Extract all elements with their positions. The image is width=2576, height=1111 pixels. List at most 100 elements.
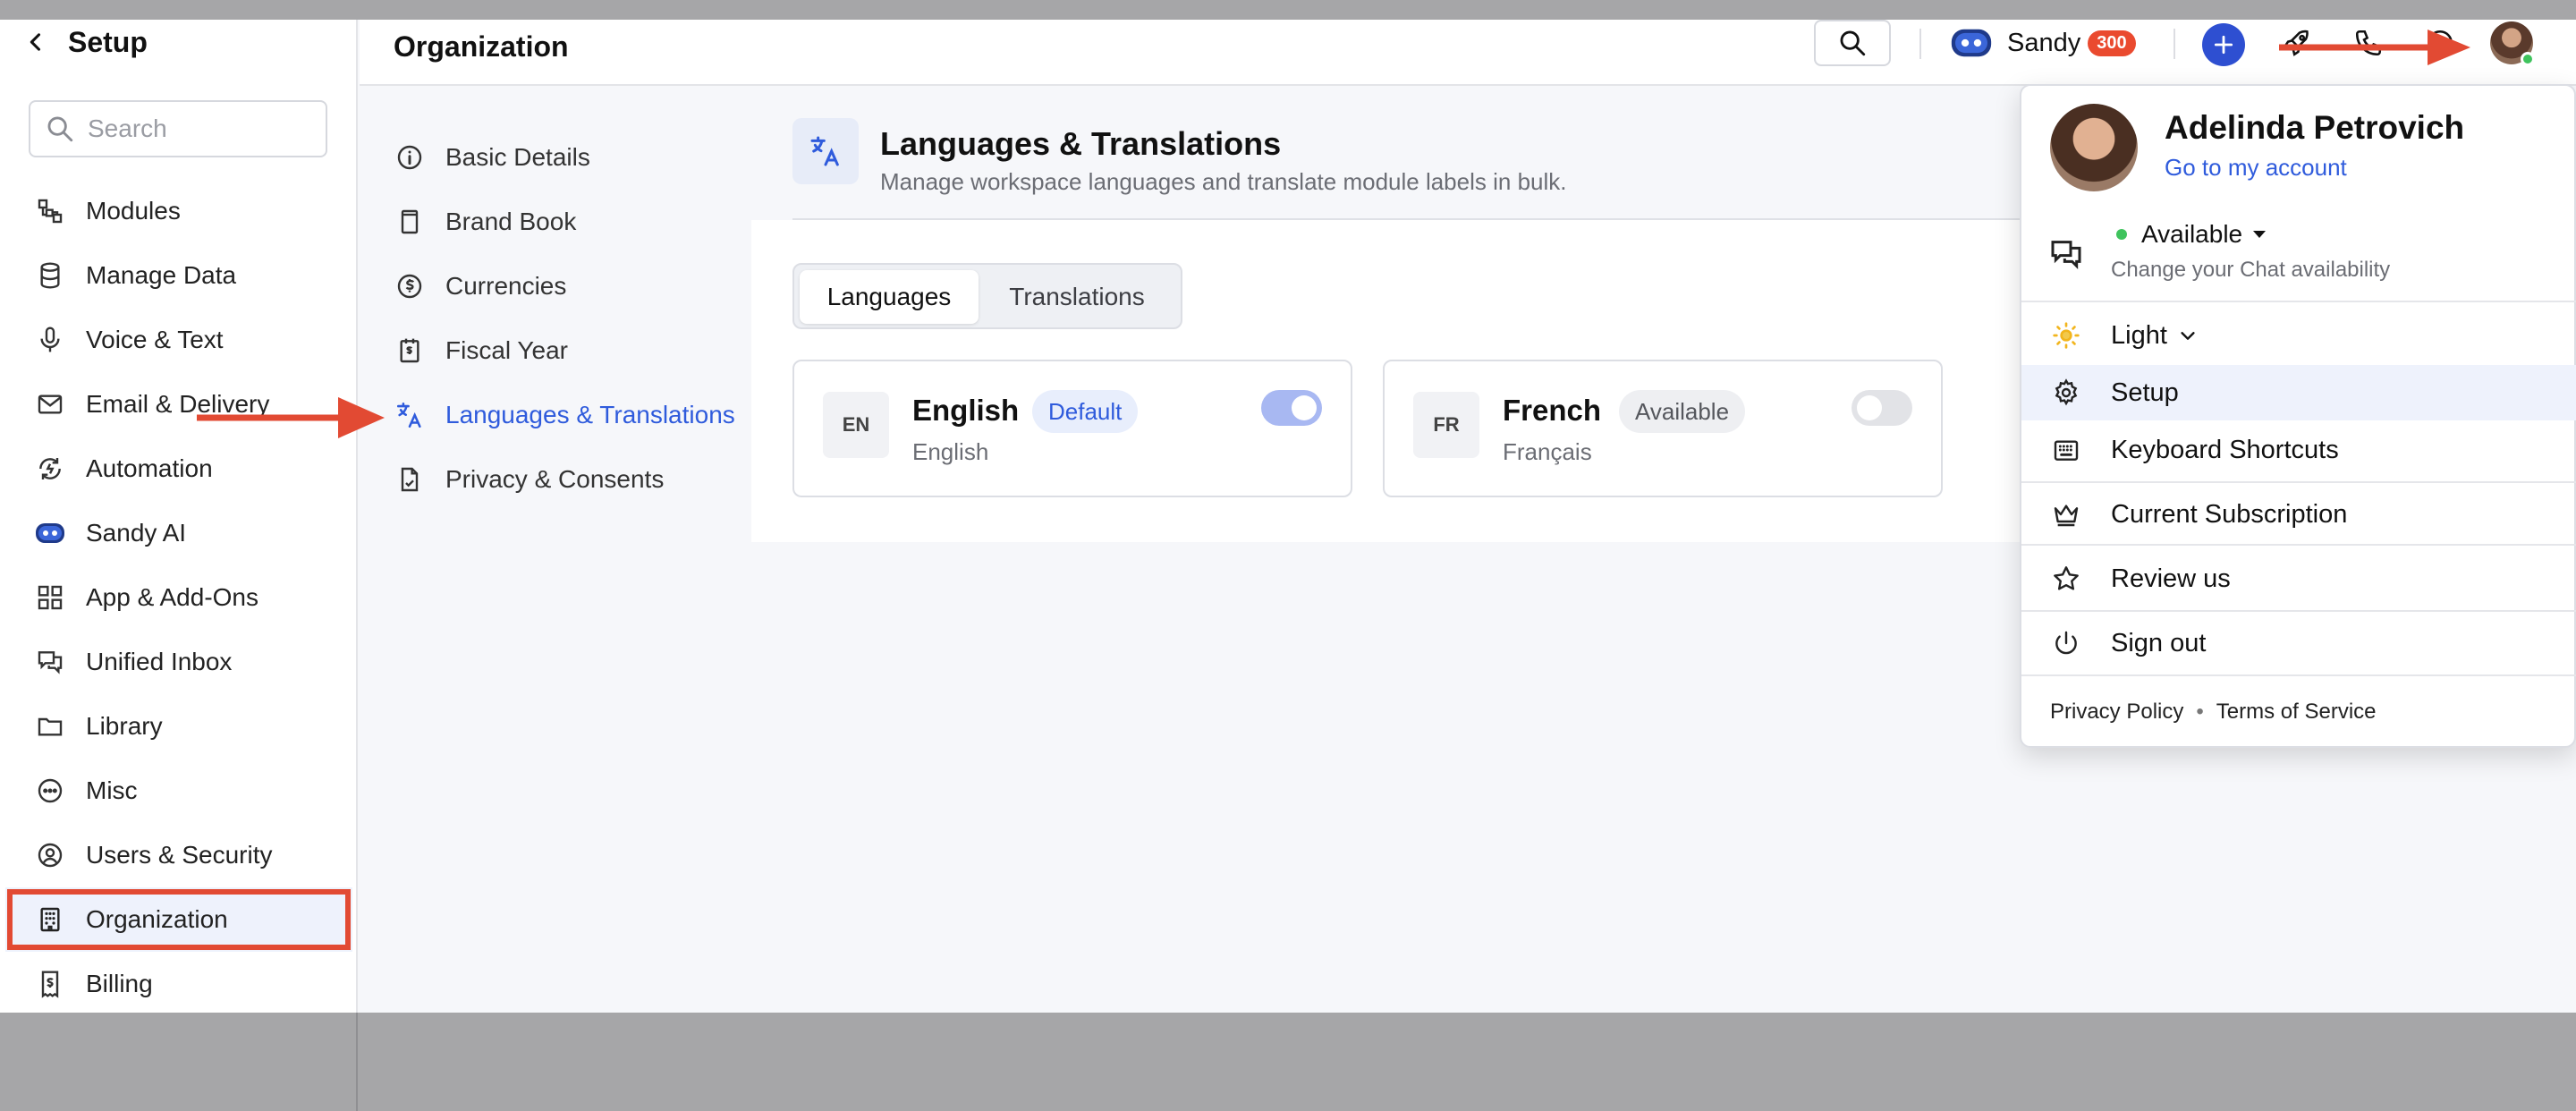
privacy-policy-link[interactable]: Privacy Policy [2050,700,2183,725]
gear-icon [2048,375,2084,411]
app-window: Setup Search Modules Manage Data Voice &… [0,20,2576,1111]
profile-dropdown-menu: Adelinda Petrovich Go to my account Avai… [2020,84,2576,748]
section-title: Languages & Translations [880,125,1282,162]
divider [2021,481,2576,483]
org-nav-fiscal-year[interactable]: Fiscal Year [360,318,753,383]
sidebar-item-label: Users & Security [86,841,273,869]
sidebar-item-label: App & Add-Ons [86,583,259,611]
menu-item-label: Current Subscription [2111,499,2348,529]
caret-down-icon [2253,231,2267,238]
sidebar-item-app-addons[interactable]: App & Add-Ons [0,565,358,630]
sidebar-item-label: Unified Inbox [86,648,233,675]
available-badge: Available [1619,390,1746,433]
chevron-down-icon [2181,332,2195,340]
divider [2021,544,2576,546]
inbox-icon [34,646,66,678]
user-avatar-button[interactable] [2490,21,2535,66]
language-native-name: English [912,438,989,465]
online-status-dot [2116,229,2127,240]
search-icon [1840,30,1866,56]
org-nav-basic-details[interactable]: Basic Details [360,125,753,190]
sidebar-search-input[interactable]: Search [29,100,327,157]
availability-hint: Change your Chat availability [2111,258,2391,282]
dropdown-footer: Privacy Policy • Terms of Service [2050,700,2377,725]
org-nav-label: Languages & Translations [445,401,735,428]
building-icon [34,903,66,936]
user-circle-icon [34,839,66,871]
annotation-arrow-languages [197,397,385,438]
chat-bubbles-icon [2051,241,2081,269]
footer-separator: • [2196,700,2204,724]
language-code: EN [823,392,889,458]
sandy-assistant-button[interactable]: Sandy 300 [1950,23,2136,63]
sandy-ai-icon [34,517,66,549]
annotation-arrow-avatar [2279,30,2470,65]
global-search-button[interactable] [1814,20,1891,66]
menu-item-keyboard-shortcuts[interactable]: Keyboard Shortcuts [2021,422,2576,478]
profile-avatar [2050,104,2138,191]
keyboard-icon [2048,432,2084,468]
tab-translations[interactable]: Translations [979,270,1175,324]
automation-icon [34,453,66,485]
sidebar-item-billing[interactable]: Billing [0,952,358,1016]
chat-availability-row[interactable]: Available Change your Chat availability [2021,220,2576,310]
section-subtitle: Manage workspace languages and translate… [880,168,1567,195]
go-to-account-link[interactable]: Go to my account [2165,154,2347,182]
folder-icon [34,710,66,742]
sidebar-item-library[interactable]: Library [0,694,358,759]
divider [2174,29,2175,59]
language-enabled-toggle[interactable] [1261,390,1322,426]
divider [792,218,2045,220]
sidebar-item-misc[interactable]: Misc [0,759,358,823]
org-nav-languages-translations[interactable]: Languages & Translations [360,383,753,447]
sidebar-item-modules[interactable]: Modules [0,179,358,243]
translate-icon [394,399,426,431]
org-nav-brand-book[interactable]: Brand Book [360,190,753,254]
language-native-name: Français [1503,438,1592,465]
sidebar-item-voice-text[interactable]: Voice & Text [0,308,358,372]
language-card-french[interactable]: FR French Available Français [1383,360,1943,497]
translate-icon [792,118,859,184]
sidebar-item-organization[interactable]: Organization [5,887,352,952]
tab-languages[interactable]: Languages [800,270,979,324]
menu-item-sign-out[interactable]: Sign out [2021,615,2576,671]
sidebar-item-manage-data[interactable]: Manage Data [0,243,358,308]
sun-icon [2048,318,2084,353]
theme-selector[interactable]: Light [2021,308,2576,363]
sidebar-item-users-security[interactable]: Users & Security [0,823,358,887]
crown-icon [2048,496,2084,532]
database-icon [34,259,66,292]
microphone-icon [34,324,66,356]
sidebar-item-unified-inbox[interactable]: Unified Inbox [0,630,358,694]
billing-icon [34,968,66,1000]
org-nav-currencies[interactable]: Currencies [360,254,753,318]
sidebar-item-label: Manage Data [86,261,237,289]
menu-item-review-us[interactable]: Review us [2021,551,2576,606]
divider [2021,301,2576,302]
toggle-knob [1292,395,1317,420]
document-check-icon [394,463,426,496]
menu-item-current-subscription[interactable]: Current Subscription [2021,487,2576,542]
sidebar-item-automation[interactable]: Automation [0,437,358,501]
back-arrow-icon[interactable] [23,30,48,55]
sidebar-item-label: Misc [86,776,138,804]
org-nav-label: Currencies [445,272,567,300]
sidebar-item-label: Library [86,712,163,740]
menu-item-setup[interactable]: Setup [2021,365,2576,420]
org-nav-label: Brand Book [445,208,577,235]
availability-dropdown[interactable]: Available [2111,220,2267,249]
top-header: Organization Sandy 300 [360,20,2576,86]
sidebar-item-sandy-ai[interactable]: Sandy AI [0,501,358,565]
divider [1919,29,1921,59]
theme-label: Light [2111,320,2167,350]
divider [2021,674,2576,676]
language-enabled-toggle[interactable] [1852,390,1912,426]
profile-name: Adelinda Petrovich [2165,109,2465,146]
create-new-button[interactable] [2202,23,2245,66]
sidebar-header: Setup [23,20,148,64]
terms-of-service-link[interactable]: Terms of Service [2216,700,2377,725]
org-nav-privacy-consents[interactable]: Privacy & Consents [360,447,753,512]
toggle-knob [1857,395,1882,420]
language-card-english[interactable]: EN English Default English [792,360,1352,497]
sandy-label: Sandy [2007,28,2081,57]
